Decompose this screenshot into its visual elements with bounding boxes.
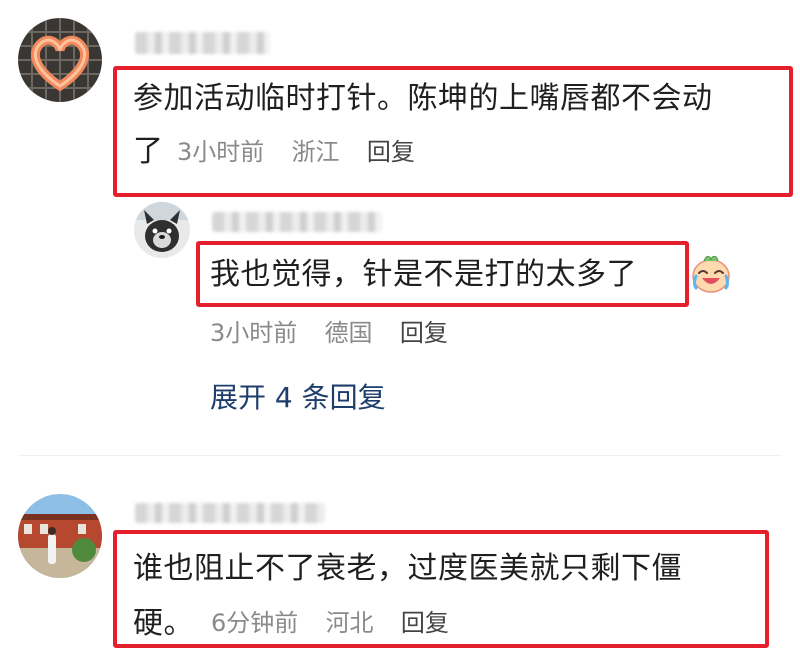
comment-1-reply-button[interactable]: 回复 [367, 135, 415, 169]
comment-3-text-line2: 硬。 [133, 606, 194, 641]
username-blurred-3[interactable] [135, 503, 325, 523]
comment-3-reply-button[interactable]: 回复 [401, 606, 449, 640]
comment-divider [18, 455, 782, 456]
comment-3-time: 6分钟前 [211, 609, 299, 637]
comment-2-text: 我也觉得，针是不是打的太多了 [210, 257, 637, 292]
avatar-commenter-3[interactable] [18, 494, 102, 578]
comment-1-time: 3小时前 [177, 138, 265, 166]
avatar-grill-image [18, 18, 102, 102]
expand-replies-button[interactable]: 展开 4 条回复 [210, 378, 386, 418]
comment-2-reply-button[interactable]: 回复 [400, 316, 448, 350]
avatar-commenter-1[interactable] [18, 18, 102, 102]
avatar-outdoor-photo [18, 494, 102, 578]
avatar-commenter-2[interactable] [134, 202, 190, 258]
comment-3-location: 河北 [325, 609, 374, 637]
comment-3-text-line1: 谁也阻止不了衰老，过度医美就只剩下僵 [133, 551, 682, 586]
avatar-dog-image [134, 202, 190, 258]
comment-2-meta: 3小时前 德国 回复 [210, 316, 448, 350]
comment-2-time: 3小时前 [210, 319, 298, 347]
comment-1-meta: 3小时前 浙江 回复 [177, 135, 415, 169]
comment-3-meta: 6分钟前 河北 回复 [211, 606, 449, 640]
username-blurred-2[interactable] [212, 212, 382, 232]
username-blurred-1[interactable] [135, 32, 270, 54]
crying-laughing-emoji-icon [690, 252, 732, 294]
comment-1-text-line1: 参加活动临时打针。陈坤的上嘴唇都不会动 [133, 81, 713, 116]
comment-1-text-line2: 了 [133, 134, 164, 169]
comment-1-location: 浙江 [291, 138, 340, 166]
comment-2-location: 德国 [324, 319, 373, 347]
